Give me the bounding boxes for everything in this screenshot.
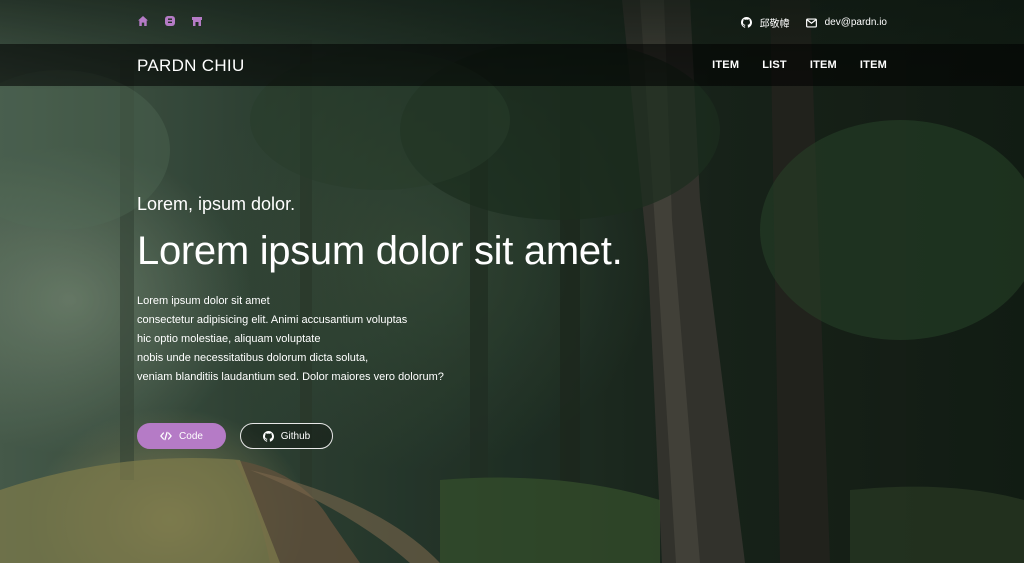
brand-logo[interactable]: PARDN CHIU [137,56,245,76]
code-button[interactable]: Code [137,423,226,449]
github-button-label: Github [280,430,311,442]
navbar: PARDN CHIU ITEM LIST ITEM ITEM [0,44,1024,86]
menu-item-item-1[interactable]: ITEM [712,59,739,71]
github-button[interactable]: Github [240,423,333,449]
description-line: Lorem ipsum dolor sit amet [137,295,270,307]
email-contact[interactable]: dev@pardn.io [805,17,887,28]
description-line: consectetur adipisicing elit. Animi accu… [137,314,408,326]
home-icon[interactable] [137,15,149,27]
hero-buttons: Code Github [137,423,333,449]
contact-links: 邱敬幃 dev@pardn.io [740,15,887,30]
description-line: hic optio molestiae, aliquam voluptate [137,333,321,345]
mail-icon [805,17,817,28]
github-contact[interactable]: 邱敬幃 [740,15,790,30]
menu-item-item-2[interactable]: ITEM [810,59,837,71]
code-icon [160,431,172,441]
github-icon [740,17,752,28]
social-links [137,15,203,27]
hero-eyebrow: Lorem, ipsum dolor. [137,194,296,214]
menu-item-list[interactable]: LIST [762,59,787,71]
top-bar: 邱敬幃 dev@pardn.io [0,0,1024,44]
main-menu: ITEM LIST ITEM ITEM [712,59,887,71]
hero-headline: Lorem ipsum dolor sit amet. [137,229,623,273]
hero-description: Lorem ipsum dolor sit amet consectetur a… [137,292,622,387]
blog-icon[interactable] [164,15,176,27]
description-line: veniam blanditiis laudantium sed. Dolor … [137,371,444,383]
email-contact-label: dev@pardn.io [824,17,887,28]
github-icon [262,430,274,442]
description-line: nobis unde necessitatibus dolorum dicta … [137,352,369,364]
shop-icon[interactable] [191,15,203,27]
hero-content: Lorem, ipsum dolor. Lorem ipsum dolor si… [137,194,623,387]
code-button-label: Code [179,430,203,442]
menu-item-item-3[interactable]: ITEM [860,59,887,71]
github-contact-label: 邱敬幃 [759,19,790,30]
